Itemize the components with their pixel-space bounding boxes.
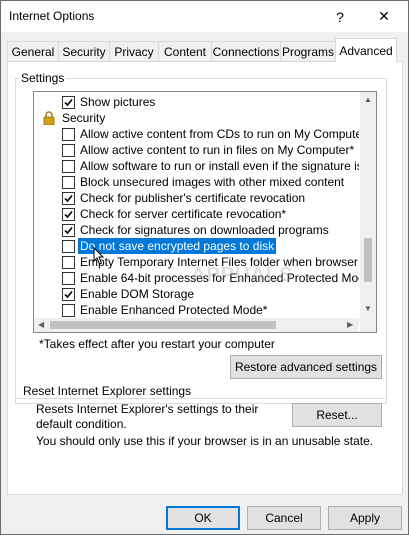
vertical-scroll-thumb[interactable]	[364, 238, 372, 282]
checkbox-active-content-cds[interactable]	[62, 128, 75, 141]
tab-general[interactable]: General	[7, 41, 59, 61]
checkbox-dom-storage[interactable]	[62, 288, 75, 301]
close-button[interactable]: ✕	[362, 1, 406, 32]
tab-label: Connections	[212, 44, 280, 59]
option-label: Do not save encrypted pages to disk	[78, 238, 277, 254]
tab-label: General	[11, 44, 55, 59]
reset-warning: You should only use this if your browser…	[36, 434, 374, 448]
list-item[interactable]: Enable DOM Storage	[34, 286, 359, 302]
watermark: APPUALS	[191, 264, 294, 286]
scroll-right-icon[interactable]: ▶	[347, 320, 353, 329]
list-item[interactable]: Check for publisher's certificate revoca…	[34, 190, 359, 206]
button-label: Cancel	[265, 511, 303, 525]
option-label: Allow software to run or install even if…	[80, 159, 359, 173]
reset-button[interactable]: Reset...	[292, 403, 382, 427]
list-item[interactable]: Block unsecured images with other mixed …	[34, 174, 359, 190]
list-item[interactable]: Enable Enhanced Protected Mode*	[34, 302, 359, 318]
option-label: Allow active content to run in files on …	[80, 143, 355, 157]
checkbox-block-unsecured-images[interactable]	[62, 176, 75, 189]
tab-programs[interactable]: Programs	[280, 41, 336, 61]
tab-strip: General Security Privacy Content Connect…	[7, 38, 401, 62]
tab-content[interactable]: Content	[158, 41, 212, 61]
tab-label: Programs	[281, 44, 334, 59]
window-title: Internet Options	[9, 9, 95, 23]
reset-description: Resets Internet Explorer's settings to t…	[36, 402, 259, 431]
internet-options-dialog: Internet Options ? ✕ General Security Pr…	[0, 0, 409, 535]
checkbox-enhanced-protected-mode[interactable]	[62, 304, 75, 317]
lock-icon	[42, 111, 56, 126]
close-icon: ✕	[378, 8, 390, 24]
reset-group-label: Reset Internet Explorer settings	[21, 384, 194, 398]
checkbox-allow-software-install[interactable]	[62, 160, 75, 173]
option-label: Show pictures	[80, 95, 156, 109]
list-item-selected[interactable]: Do not save encrypted pages to disk	[34, 238, 359, 254]
tab-privacy[interactable]: Privacy	[109, 41, 159, 61]
option-label: Check for signatures on downloaded progr…	[80, 223, 329, 237]
scroll-down-icon[interactable]: ▼	[364, 304, 372, 313]
button-label: Apply	[349, 511, 381, 525]
list-item[interactable]: Allow active content to run in files on …	[34, 142, 359, 158]
horizontal-scroll-thumb[interactable]	[50, 321, 276, 329]
apply-button[interactable]: Apply	[328, 506, 402, 530]
cancel-button[interactable]: Cancel	[247, 506, 321, 530]
list-item[interactable]: Check for server certificate revocation*	[34, 206, 359, 222]
tab-connections[interactable]: Connections	[211, 41, 281, 61]
horizontal-scrollbar[interactable]: ◀ ▶	[34, 318, 359, 332]
settings-listbox[interactable]: Show pictures Security Allow active cont…	[33, 91, 377, 333]
mouse-cursor-icon	[93, 246, 105, 268]
list-item[interactable]: Allow active content from CDs to run on …	[34, 126, 359, 142]
checkbox-empty-temp-files[interactable]	[62, 256, 75, 269]
button-label: Reset...	[316, 408, 358, 422]
title-bar: Internet Options ? ✕	[1, 1, 408, 32]
category-security: Security	[34, 110, 359, 126]
checkbox-check-signatures[interactable]	[62, 224, 75, 237]
checkbox-publisher-revocation[interactable]	[62, 192, 75, 205]
restart-footnote: *Takes effect after you restart your com…	[39, 337, 275, 351]
settings-group-label: Settings	[19, 71, 67, 85]
help-button[interactable]: ?	[318, 1, 362, 32]
tab-label: Security	[62, 44, 106, 59]
help-icon: ?	[336, 8, 344, 25]
vertical-scrollbar[interactable]: ▲ ▼	[360, 92, 376, 332]
list-item[interactable]: Allow software to run or install even if…	[34, 158, 359, 174]
option-label: Check for publisher's certificate revoca…	[80, 191, 306, 205]
restore-advanced-settings-button[interactable]: Restore advanced settings	[230, 355, 382, 379]
tab-label: Privacy	[114, 44, 154, 59]
option-label: Check for server certificate revocation*	[80, 207, 287, 221]
button-label: Restore advanced settings	[234, 360, 378, 374]
checkbox-do-not-save-encrypted[interactable]	[62, 240, 75, 253]
option-label: Allow active content from CDs to run on …	[80, 127, 359, 141]
option-label: Enable DOM Storage	[80, 287, 195, 301]
tab-security[interactable]: Security	[58, 41, 110, 61]
list-item[interactable]: Show pictures	[34, 94, 359, 110]
checkbox-active-content-files[interactable]	[62, 144, 75, 157]
checkbox-64bit-epm[interactable]	[62, 272, 75, 285]
checkbox-server-revocation[interactable]	[62, 208, 75, 221]
option-label: Enable Enhanced Protected Mode*	[80, 303, 268, 317]
tab-advanced[interactable]: Advanced	[335, 38, 397, 62]
list-item[interactable]: Check for signatures on downloaded progr…	[34, 222, 359, 238]
ok-button[interactable]: OK	[166, 506, 240, 530]
category-label: Security	[62, 111, 106, 125]
checkbox-show-pictures[interactable]	[62, 96, 75, 109]
scroll-up-icon[interactable]: ▲	[364, 95, 372, 104]
tab-label: Content	[163, 44, 207, 59]
scroll-left-icon[interactable]: ◀	[38, 320, 44, 329]
button-label: OK	[194, 511, 212, 525]
option-label: Block unsecured images with other mixed …	[80, 175, 345, 189]
tab-label: Advanced	[339, 43, 393, 58]
